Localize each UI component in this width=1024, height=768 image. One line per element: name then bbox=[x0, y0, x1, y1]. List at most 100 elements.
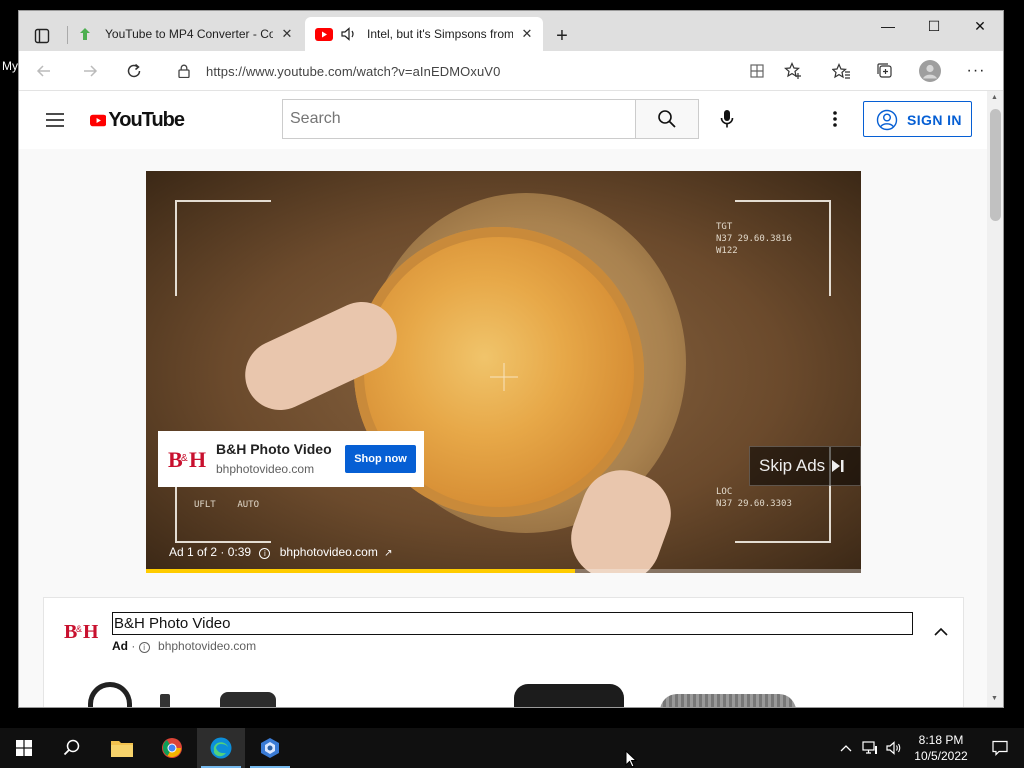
sign-in-label: SIGN IN bbox=[907, 112, 962, 128]
svg-text:H: H bbox=[189, 447, 206, 472]
clock-date: 10/5/2022 bbox=[914, 749, 968, 763]
companion-ad-meta: Ad · i bhphotovideo.com bbox=[112, 639, 257, 653]
new-tab-icon[interactable]: + bbox=[551, 25, 573, 47]
minimize-button[interactable]: — bbox=[865, 11, 911, 41]
back-icon[interactable] bbox=[33, 60, 55, 82]
youtube-page: YouTube SIGN IN bbox=[19, 91, 987, 707]
start-button[interactable] bbox=[0, 728, 48, 768]
folder-icon bbox=[111, 741, 133, 757]
ad-progress-fill bbox=[146, 569, 575, 573]
svg-text:&: & bbox=[76, 624, 82, 634]
add-favorite-icon[interactable] bbox=[782, 60, 804, 82]
bh-logo-icon: B & H bbox=[64, 618, 98, 644]
ad-info-icon[interactable]: i bbox=[138, 642, 150, 653]
lock-icon[interactable] bbox=[176, 63, 192, 79]
tab-separator bbox=[67, 26, 68, 44]
product-camera-image[interactable] bbox=[514, 684, 624, 707]
chevron-up-icon bbox=[840, 745, 852, 752]
microphone-icon[interactable] bbox=[715, 107, 739, 131]
more-options-icon[interactable]: ··· bbox=[965, 60, 987, 82]
network-button[interactable] bbox=[858, 728, 882, 768]
address-toolbar: https://www.youtube.com/watch?v=aInEDMOx… bbox=[19, 51, 1003, 91]
audio-playing-icon[interactable] bbox=[340, 26, 358, 42]
taskbar-search-button[interactable] bbox=[48, 728, 96, 768]
notifications-button[interactable] bbox=[976, 728, 1024, 768]
action-center-icon bbox=[992, 740, 1008, 756]
url-text: https://www.youtube.com/watch?v=aInEDMOx… bbox=[206, 64, 501, 79]
search-input[interactable] bbox=[283, 100, 635, 138]
app-available-icon[interactable] bbox=[746, 60, 768, 82]
youtube-logo-text: YouTube bbox=[108, 108, 185, 131]
search-button[interactable] bbox=[635, 99, 699, 139]
hud-bracket bbox=[175, 200, 271, 296]
shop-now-button[interactable]: Shop now bbox=[345, 445, 416, 473]
app-icon bbox=[261, 738, 279, 758]
ad-badge: Ad bbox=[112, 639, 128, 653]
video-player[interactable]: TGT N37 29.60.3816 W122 LOC N37 29.60.33… bbox=[146, 171, 861, 573]
product-plug-image[interactable] bbox=[160, 694, 170, 707]
hud-target-readout: TGT N37 29.60.3816 W122 bbox=[716, 222, 792, 256]
ad-domain: bhphotovideo.com bbox=[216, 462, 315, 476]
vertical-scrollbar[interactable]: ▲ ▼ bbox=[987, 91, 1003, 707]
youtube-logo[interactable]: YouTube bbox=[90, 107, 185, 133]
ad-counter: Ad 1 of 2 · 0:39 bbox=[169, 545, 252, 559]
youtube-logo-icon bbox=[90, 114, 107, 126]
chrome-button[interactable] bbox=[148, 728, 196, 768]
hud-mode-readout: UFLT AUTO bbox=[194, 500, 260, 510]
product-cable-image[interactable] bbox=[88, 682, 132, 707]
forward-icon[interactable] bbox=[79, 60, 101, 82]
ad-overlay-card[interactable]: B & H B&H Photo Video bhphotovideo.com Sho… bbox=[158, 431, 424, 487]
close-window-button[interactable]: ✕ bbox=[957, 11, 1003, 41]
tab-youtube-converter[interactable]: YouTube to MP4 Converter - Convert ✕ bbox=[69, 17, 303, 51]
close-tab-icon[interactable]: ✕ bbox=[279, 26, 295, 42]
tab-label: YouTube to MP4 Converter - Convert bbox=[105, 27, 273, 41]
skip-ads-label: Skip Ads bbox=[759, 456, 826, 475]
maximize-button[interactable]: ☐ bbox=[911, 11, 957, 41]
menu-icon[interactable] bbox=[43, 108, 67, 132]
crosshair-icon bbox=[486, 359, 522, 395]
tab-youtube-video[interactable]: Intel, but it's Simpsons from ✕ bbox=[305, 17, 543, 51]
system-clock[interactable]: 8:18 PM 10/5/2022 bbox=[910, 732, 972, 764]
skip-ads-button[interactable]: Skip Ads bbox=[749, 446, 861, 486]
search-icon bbox=[657, 109, 677, 129]
settings-more-icon[interactable] bbox=[823, 107, 847, 131]
profile-avatar-icon[interactable] bbox=[918, 59, 942, 83]
account-icon bbox=[876, 109, 898, 131]
edge-button[interactable] bbox=[197, 728, 245, 768]
collapse-chevron-up-icon[interactable] bbox=[930, 620, 952, 642]
volume-button[interactable] bbox=[882, 728, 906, 768]
ad-info-bar: Ad 1 of 2 · 0:39 i bhphotovideo.com ↗ bbox=[169, 545, 393, 559]
product-gimbal-image[interactable] bbox=[220, 692, 276, 707]
refresh-icon[interactable] bbox=[123, 60, 145, 82]
speaker-icon bbox=[886, 741, 901, 755]
ad-info-icon[interactable]: i bbox=[259, 548, 271, 559]
app-button[interactable] bbox=[246, 728, 294, 768]
favorites-icon[interactable] bbox=[830, 60, 852, 82]
bh-logo-icon: B & H bbox=[168, 445, 206, 473]
search-icon bbox=[63, 739, 80, 756]
collections-icon[interactable] bbox=[874, 60, 896, 82]
scroll-up-icon[interactable]: ▲ bbox=[991, 94, 998, 101]
url-field[interactable]: https://www.youtube.com/watch?v=aInEDMOx… bbox=[166, 56, 816, 86]
search-box[interactable] bbox=[282, 99, 635, 139]
close-tab-icon[interactable]: ✕ bbox=[519, 26, 535, 42]
ad-brand-name: B&H Photo Video bbox=[216, 441, 332, 457]
mouse-cursor-icon bbox=[625, 749, 638, 768]
companion-ad-title[interactable]: B&H Photo Video bbox=[112, 612, 913, 635]
clock-time: 8:18 PM bbox=[918, 733, 964, 747]
youtube-favicon-icon bbox=[315, 27, 333, 41]
ad-link[interactable]: bhphotovideo.com bbox=[280, 545, 378, 559]
scrollbar-thumb[interactable] bbox=[990, 109, 1001, 221]
edge-icon bbox=[210, 737, 232, 759]
show-hidden-icons-button[interactable] bbox=[834, 728, 858, 768]
scroll-down-icon[interactable]: ▼ bbox=[991, 695, 998, 702]
sign-in-button[interactable]: SIGN IN bbox=[863, 101, 972, 137]
file-explorer-button[interactable] bbox=[98, 728, 146, 768]
companion-ad-domain[interactable]: bhphotovideo.com bbox=[158, 639, 256, 653]
companion-ad[interactable]: B & H B&H Photo Video Ad · i bhphotovideo.… bbox=[43, 597, 964, 707]
tab-strip: YouTube to MP4 Converter - Convert ✕ Int… bbox=[19, 11, 1003, 51]
product-microphone-image[interactable] bbox=[660, 694, 796, 707]
ad-progress-bar[interactable] bbox=[146, 569, 861, 573]
svg-text:H: H bbox=[83, 621, 98, 643]
tab-actions-icon[interactable] bbox=[29, 25, 55, 47]
